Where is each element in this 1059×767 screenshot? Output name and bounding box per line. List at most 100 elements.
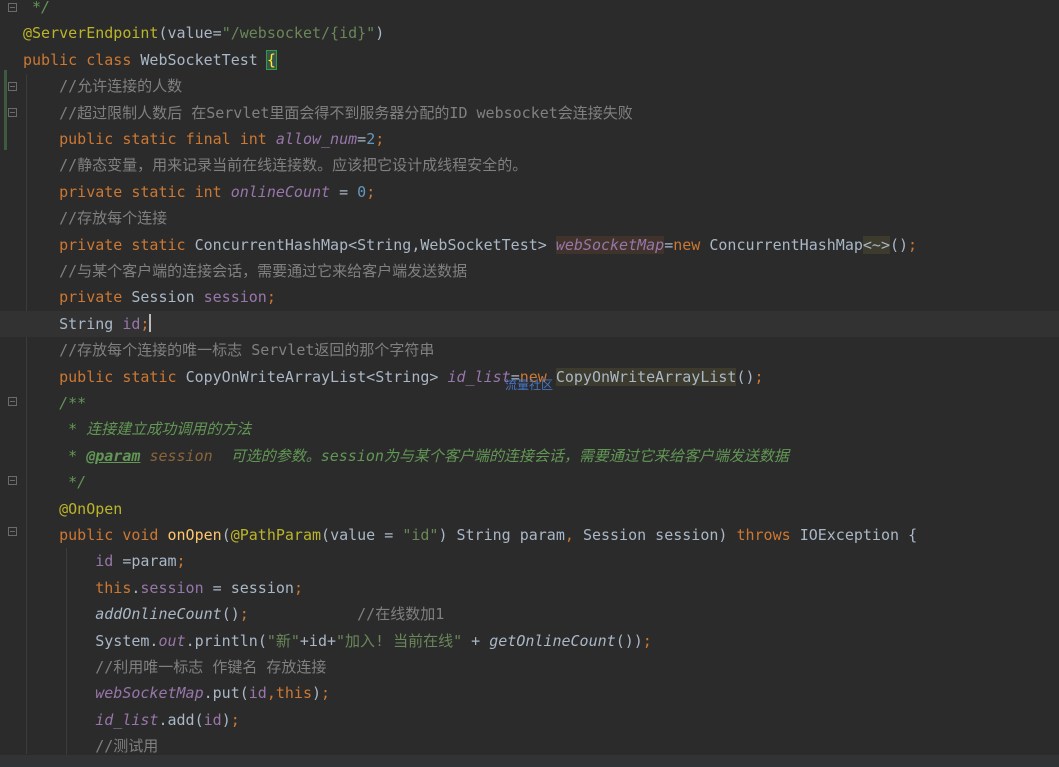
code-line-text: @ServerEndpoint(value="/websocket/{id}"): [23, 20, 384, 46]
code-token: public: [23, 130, 123, 148]
code-line[interactable]: /**: [0, 390, 1059, 416]
code-token: //允许连接的人数: [23, 77, 183, 95]
code-line[interactable]: //存放每个连接: [0, 205, 1059, 231]
code-line-text: //允许连接的人数: [23, 73, 182, 99]
code-token: id: [23, 552, 114, 570]
code-token: int: [194, 183, 231, 201]
code-token: (: [321, 526, 331, 544]
code-line[interactable]: //利用唯一标志 作键名 存放连接: [0, 654, 1059, 680]
code-token: static: [131, 236, 195, 254]
code-token: ;: [321, 684, 331, 702]
code-token: =param: [113, 552, 177, 570]
code-line[interactable]: @OnOpen: [0, 496, 1059, 522]
code-editor[interactable]: */ @ServerEndpoint(value="/websocket/{id}…: [0, 0, 1059, 767]
code-line[interactable]: //与某个客户端的连接会话，需要通过它来给客户端发送数据: [0, 258, 1059, 284]
code-line[interactable]: webSocketMap.put(id,this);: [0, 680, 1059, 706]
code-line[interactable]: public class WebSocketTest {: [0, 47, 1059, 73]
code-line[interactable]: String id;: [0, 311, 1059, 337]
code-token: ;: [230, 711, 240, 729]
horizontal-scrollbar[interactable]: [0, 755, 1059, 767]
code-token: webSocketMap: [555, 236, 665, 254]
code-token: ): [312, 684, 322, 702]
code-token: static: [122, 130, 186, 148]
code-line[interactable]: * @param session 可选的参数。session为与某个客户端的连接…: [0, 443, 1059, 469]
code-line[interactable]: id =param;: [0, 548, 1059, 574]
code-token: =: [357, 130, 367, 148]
code-token: CopyOnWriteArrayList: [555, 368, 737, 386]
code-token: session: [149, 447, 213, 465]
code-line[interactable]: System.out.println("新"+id+"加入! 当前在线" + g…: [0, 628, 1059, 654]
code-line[interactable]: private Session session;: [0, 284, 1059, 310]
code-token: @PathParam: [230, 526, 322, 544]
code-token: /**: [23, 394, 87, 412]
code-line-text: /**: [23, 390, 86, 416]
code-token: "新": [266, 632, 300, 650]
code-token: //存放每个连接的唯一标志 Servlet返回的那个字符串: [23, 341, 435, 359]
code-token: @OnOpen: [23, 500, 123, 518]
code-line[interactable]: private static int onlineCount = 0;: [0, 179, 1059, 205]
code-line-text: //与某个客户端的连接会话，需要通过它来给客户端发送数据: [23, 258, 467, 284]
code-token: //存放每个连接: [23, 209, 168, 227]
code-token: WebSocketTest: [140, 51, 267, 69]
code-line[interactable]: this.session = session;: [0, 575, 1059, 601]
code-token: (): [221, 605, 240, 623]
code-token: public: [23, 368, 123, 386]
code-token: ,: [266, 684, 276, 702]
code-line-text: addOnlineCount(); //在线数加1: [23, 601, 444, 627]
code-token: id: [122, 315, 141, 333]
code-line[interactable]: //超过限制人数后 在Servlet里面会得不到服务器分配的ID websock…: [0, 100, 1059, 126]
code-token: ;: [239, 605, 249, 623]
code-token: session: [203, 288, 267, 306]
code-token: * 连接建立成功调用的方法: [23, 420, 252, 438]
code-token: .println: [185, 632, 258, 650]
code-token: (: [158, 24, 168, 42]
code-token: =: [212, 24, 222, 42]
code-line[interactable]: public void onOpen(@PathParam(value = "i…: [0, 522, 1059, 548]
code-line[interactable]: private static ConcurrentHashMap<String,…: [0, 232, 1059, 258]
code-line-text: private Session session;: [23, 284, 276, 310]
code-line-text: webSocketMap.put(id,this);: [23, 680, 330, 706]
code-token: */: [23, 473, 87, 491]
code-line-text: //存放每个连接的唯一标志 Servlet返回的那个字符串: [23, 337, 434, 363]
code-token: String param: [456, 526, 565, 544]
code-token: class: [86, 51, 141, 69]
code-token: id: [203, 711, 222, 729]
code-token: +id+: [299, 632, 337, 650]
code-line-text: //静态变量，用来记录当前在线连接数。应该把它设计成线程安全的。: [23, 152, 527, 178]
code-token: {: [908, 526, 918, 544]
code-line[interactable]: //允许连接的人数: [0, 73, 1059, 99]
code-line[interactable]: //静态变量，用来记录当前在线连接数。应该把它设计成线程安全的。: [0, 152, 1059, 178]
code-line-text: System.out.println("新"+id+"加入! 当前在线" + g…: [23, 628, 652, 654]
code-token: this: [23, 579, 132, 597]
code-token: (): [736, 368, 755, 386]
code-token: id_list: [23, 711, 159, 729]
code-line[interactable]: */: [0, 469, 1059, 495]
code-line[interactable]: * 连接建立成功调用的方法: [0, 416, 1059, 442]
code-token: <~>: [862, 236, 890, 254]
code-token: "/websocket/{id}": [221, 24, 376, 42]
code-line[interactable]: @ServerEndpoint(value="/websocket/{id}"): [0, 20, 1059, 46]
code-token: ()): [615, 632, 643, 650]
code-token: allow_num: [275, 130, 358, 148]
code-line[interactable]: */: [0, 0, 1059, 20]
code-line[interactable]: id_list.add(id);: [0, 707, 1059, 733]
code-line[interactable]: //存放每个连接的唯一标志 Servlet返回的那个字符串: [0, 337, 1059, 363]
code-line[interactable]: addOnlineCount(); //在线数加1: [0, 601, 1059, 627]
code-line-text: String id;: [23, 311, 152, 337]
code-token: @ServerEndpoint: [23, 24, 159, 42]
code-token: id_list: [447, 368, 511, 386]
code-line-text: * @param session 可选的参数。session为与某个客户端的连接…: [23, 443, 789, 469]
code-token: IOException: [799, 526, 909, 544]
code-token: ): [375, 24, 385, 42]
code-token: System.: [23, 632, 159, 650]
code-token: +: [462, 632, 490, 650]
code-token: = session: [203, 579, 294, 597]
code-token: private: [23, 236, 132, 254]
code-token: =: [330, 183, 358, 201]
code-line[interactable]: public static final int allow_num=2;: [0, 126, 1059, 152]
code-token: ): [221, 711, 231, 729]
code-token: (): [889, 236, 909, 254]
code-token: */: [23, 0, 51, 16]
code-token: //利用唯一标志 作键名 存放连接: [23, 658, 327, 676]
code-token: session: [140, 579, 204, 597]
